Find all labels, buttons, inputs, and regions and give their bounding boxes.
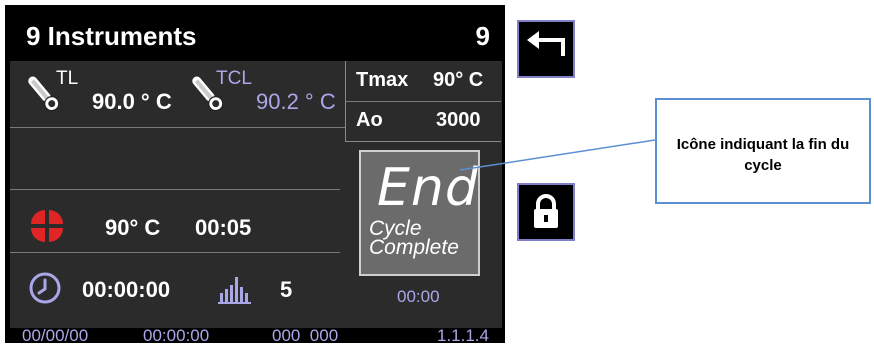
callout-text: Icône indiquant la fin du cycle — [676, 136, 850, 174]
annotation-callout: Icône indiquant la fin du cycle — [655, 98, 871, 204]
